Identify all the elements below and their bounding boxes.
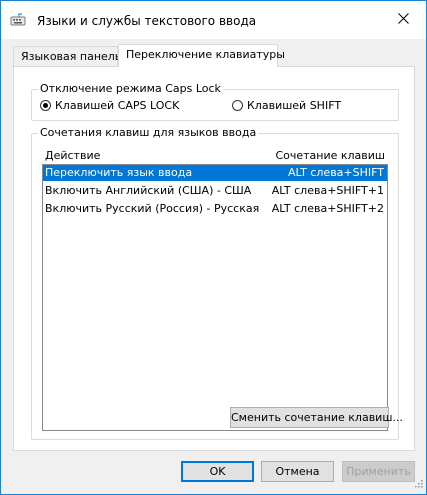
list-item[interactable]: Включить Русский (Россия) - Русская ALT … — [43, 201, 387, 217]
radio-caps-lock-label: Клавишей CAPS LOCK — [55, 99, 180, 112]
column-action[interactable]: Действие — [45, 149, 100, 162]
radio-caps-lock[interactable]: Клавишей CAPS LOCK — [40, 99, 179, 112]
list-item[interactable]: Включить Английский (США) - США ALT слев… — [43, 183, 387, 199]
list-item-combo: ALT слева+SHIFT — [288, 166, 384, 179]
hotkeys-legend: Сочетания клавиш для языков ввода — [38, 126, 259, 139]
change-hotkey-button[interactable]: Сменить сочетание клавиш... — [230, 407, 403, 428]
list-item-combo: ALT слева+SHIFT+1 — [271, 184, 384, 197]
keyboard-icon — [10, 12, 26, 28]
list-item-combo: ALT слева+SHIFT+2 — [271, 202, 384, 215]
close-button[interactable] — [380, 1, 426, 39]
caps-lock-legend: Отключение режима Caps Lock — [38, 82, 223, 95]
tab-keyboard-switching[interactable]: Переключение клавиатуры — [118, 44, 285, 67]
resize-grip-icon[interactable] — [413, 478, 423, 491]
close-icon — [397, 13, 409, 27]
caps-lock-group: Отключение режима Caps Lock Клавишей CAP… — [31, 82, 399, 121]
title-bar[interactable]: Языки и службы текстового ввода — [1, 1, 426, 39]
radio-indicator[interactable] — [232, 100, 243, 111]
list-item[interactable]: Переключить язык ввода ALT слева+SHIFT — [43, 165, 387, 181]
radio-shift[interactable]: Клавишей SHIFT — [232, 99, 341, 112]
radio-shift-label: Клавишей SHIFT — [247, 99, 342, 112]
list-item-action: Переключить язык ввода — [45, 166, 193, 179]
dialog-window: Языки и службы текстового ввода Языковая… — [0, 0, 427, 495]
ok-button[interactable]: OK — [181, 461, 254, 482]
column-combo[interactable]: Сочетание клавиш — [275, 149, 385, 162]
radio-indicator-checked[interactable] — [40, 100, 51, 111]
list-item-action: Включить Английский (США) - США — [45, 184, 252, 197]
tab-language-bar[interactable]: Языковая панель — [13, 46, 121, 66]
apply-button[interactable]: Применить — [342, 461, 415, 482]
list-header: Действие Сочетание клавиш — [43, 149, 387, 163]
list-item-action: Включить Русский (Россия) - Русская — [45, 202, 260, 215]
cancel-button[interactable]: Отмена — [261, 461, 334, 482]
window-title: Языки и службы текстового ввода — [37, 14, 257, 28]
hotkeys-list[interactable]: Действие Сочетание клавиш Переключить яз… — [42, 149, 388, 431]
